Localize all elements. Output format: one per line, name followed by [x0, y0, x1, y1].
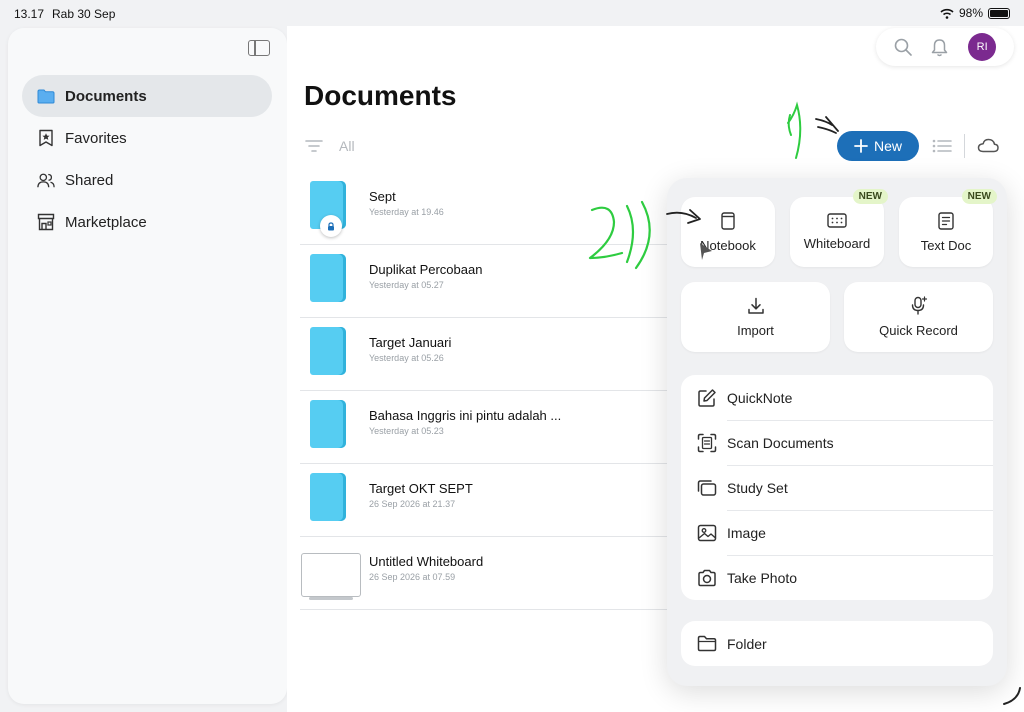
sidebar-item-documents[interactable]: Documents [22, 75, 272, 117]
quicknote-option[interactable]: QuickNote [681, 375, 993, 420]
avatar-initials: RI [976, 41, 988, 53]
document-date: Yesterday at 05.26 [369, 353, 444, 363]
document-row[interactable]: Duplikat Percobaan Yesterday at 05.27 [300, 245, 670, 318]
option-label: Study Set [727, 479, 788, 496]
notebook-thumbnail [310, 400, 346, 448]
store-icon [37, 213, 55, 231]
new-whiteboard-tile[interactable]: NEW Whiteboard [790, 189, 888, 267]
cloud-icon[interactable] [977, 138, 999, 153]
option-label: Scan Documents [727, 434, 834, 451]
new-button-label: New [873, 138, 902, 154]
sidebar-item-label: Favorites [65, 129, 127, 147]
sidebar-item-label: Marketplace [65, 213, 147, 231]
status-date: Rab 30 Sep [52, 7, 116, 21]
new-badge: NEW [852, 189, 888, 204]
whiteboard-icon [827, 213, 847, 228]
document-name: Sept [369, 189, 396, 204]
study-set-option[interactable]: Study Set [681, 465, 993, 510]
document-name: Target Januari [369, 335, 452, 350]
people-icon [37, 171, 55, 189]
microphone-icon [911, 296, 927, 315]
document-date: 26 Sep 2026 at 21.37 [369, 499, 456, 509]
scan-icon [697, 433, 717, 452]
wifi-icon [940, 8, 954, 19]
tile-label: Quick Record [879, 323, 958, 338]
scan-documents-option[interactable]: Scan Documents [681, 420, 993, 465]
sidebar-item-favorites[interactable]: Favorites [22, 117, 272, 159]
toolbar-divider [964, 134, 965, 158]
pencil-square-icon [698, 388, 716, 407]
notebook-thumbnail [310, 473, 346, 521]
new-text-doc-tile[interactable]: NEW Text Doc [899, 189, 997, 267]
document-row[interactable]: Target OKT SEPT 26 Sep 2026 at 21.37 [300, 464, 670, 537]
cards-icon [697, 479, 717, 496]
filter-icon [305, 140, 323, 152]
document-date: Yesterday at 05.27 [369, 280, 444, 290]
document-name: Duplikat Percobaan [369, 262, 483, 277]
bell-icon[interactable] [931, 38, 948, 57]
new-button[interactable]: New [837, 131, 919, 161]
option-label: QuickNote [727, 389, 793, 406]
document-date: Yesterday at 05.23 [369, 426, 444, 436]
sidebar-item-label: Documents [65, 87, 147, 105]
notebook-thumbnail [310, 327, 346, 375]
folder-icon [37, 87, 55, 105]
document-row[interactable]: Sept Yesterday at 19.46 [300, 172, 670, 245]
top-toolbar: RI [876, 28, 1014, 66]
avatar[interactable]: RI [968, 33, 997, 61]
folder-label: Folder [727, 635, 767, 652]
filter-label: All [339, 138, 355, 154]
sidebar-item-label: Shared [65, 171, 114, 189]
list-view-icon[interactable] [932, 138, 952, 154]
lock-icon [320, 215, 342, 237]
folder-outline-icon [697, 635, 717, 652]
new-options-list: QuickNote Scan Documents Study Set Image… [681, 375, 993, 600]
tile-label: Import [737, 322, 774, 338]
notebook-icon [721, 211, 735, 230]
status-right: 98% [940, 6, 1010, 20]
sidebar: Documents Favorites Shared Marketplace [8, 28, 287, 704]
battery-icon [988, 7, 1010, 19]
text-doc-icon [938, 211, 954, 230]
new-notebook-tile[interactable]: Notebook [681, 197, 775, 267]
sidebar-toggle-icon[interactable] [248, 40, 270, 56]
document-name: Untitled Whiteboard [369, 554, 484, 569]
search-icon[interactable] [894, 38, 912, 56]
quick-record-tile[interactable]: Quick Record [844, 282, 993, 352]
page-title: Documents [304, 80, 457, 111]
option-label: Take Photo [727, 569, 798, 586]
whiteboard-thumbnail [301, 553, 361, 600]
document-name: Bahasa Inggris ini pintu adalah ... [369, 408, 562, 423]
new-badge: NEW [961, 189, 997, 204]
option-label: Image [727, 524, 766, 541]
battery-percent: 98% [958, 6, 983, 20]
document-row[interactable]: Bahasa Inggris ini pintu adalah ... Yest… [300, 391, 670, 464]
battery-fill [990, 9, 1008, 17]
document-name: Target OKT SEPT [369, 481, 473, 496]
new-folder-option[interactable]: Folder [681, 621, 993, 666]
take-photo-option[interactable]: Take Photo [681, 555, 993, 600]
image-option[interactable]: Image [681, 510, 993, 555]
tile-label: Notebook [700, 237, 756, 253]
document-date: 26 Sep 2026 at 07.59 [369, 572, 456, 582]
sidebar-item-shared[interactable]: Shared [22, 159, 272, 201]
image-icon [697, 524, 717, 541]
tile-label: Text Doc [920, 237, 972, 253]
document-row[interactable]: Target Januari Yesterday at 05.26 [300, 318, 670, 391]
document-row[interactable]: Untitled Whiteboard 26 Sep 2026 at 07.59 [300, 537, 670, 610]
document-date: Yesterday at 19.46 [369, 207, 444, 217]
camera-icon [698, 569, 716, 586]
status-time: 13.17 [14, 7, 45, 21]
plus-icon [854, 139, 868, 153]
notebook-thumbnail [310, 254, 346, 302]
status-bar: 13.17 Rab 30 Sep 98% [0, 0, 1024, 26]
star-bookmark-icon [37, 129, 55, 147]
tile-label: Whiteboard [803, 236, 871, 251]
download-icon [747, 297, 764, 314]
sidebar-item-marketplace[interactable]: Marketplace [22, 201, 272, 243]
filter-control[interactable]: All [305, 138, 355, 154]
import-tile[interactable]: Import [681, 282, 830, 352]
